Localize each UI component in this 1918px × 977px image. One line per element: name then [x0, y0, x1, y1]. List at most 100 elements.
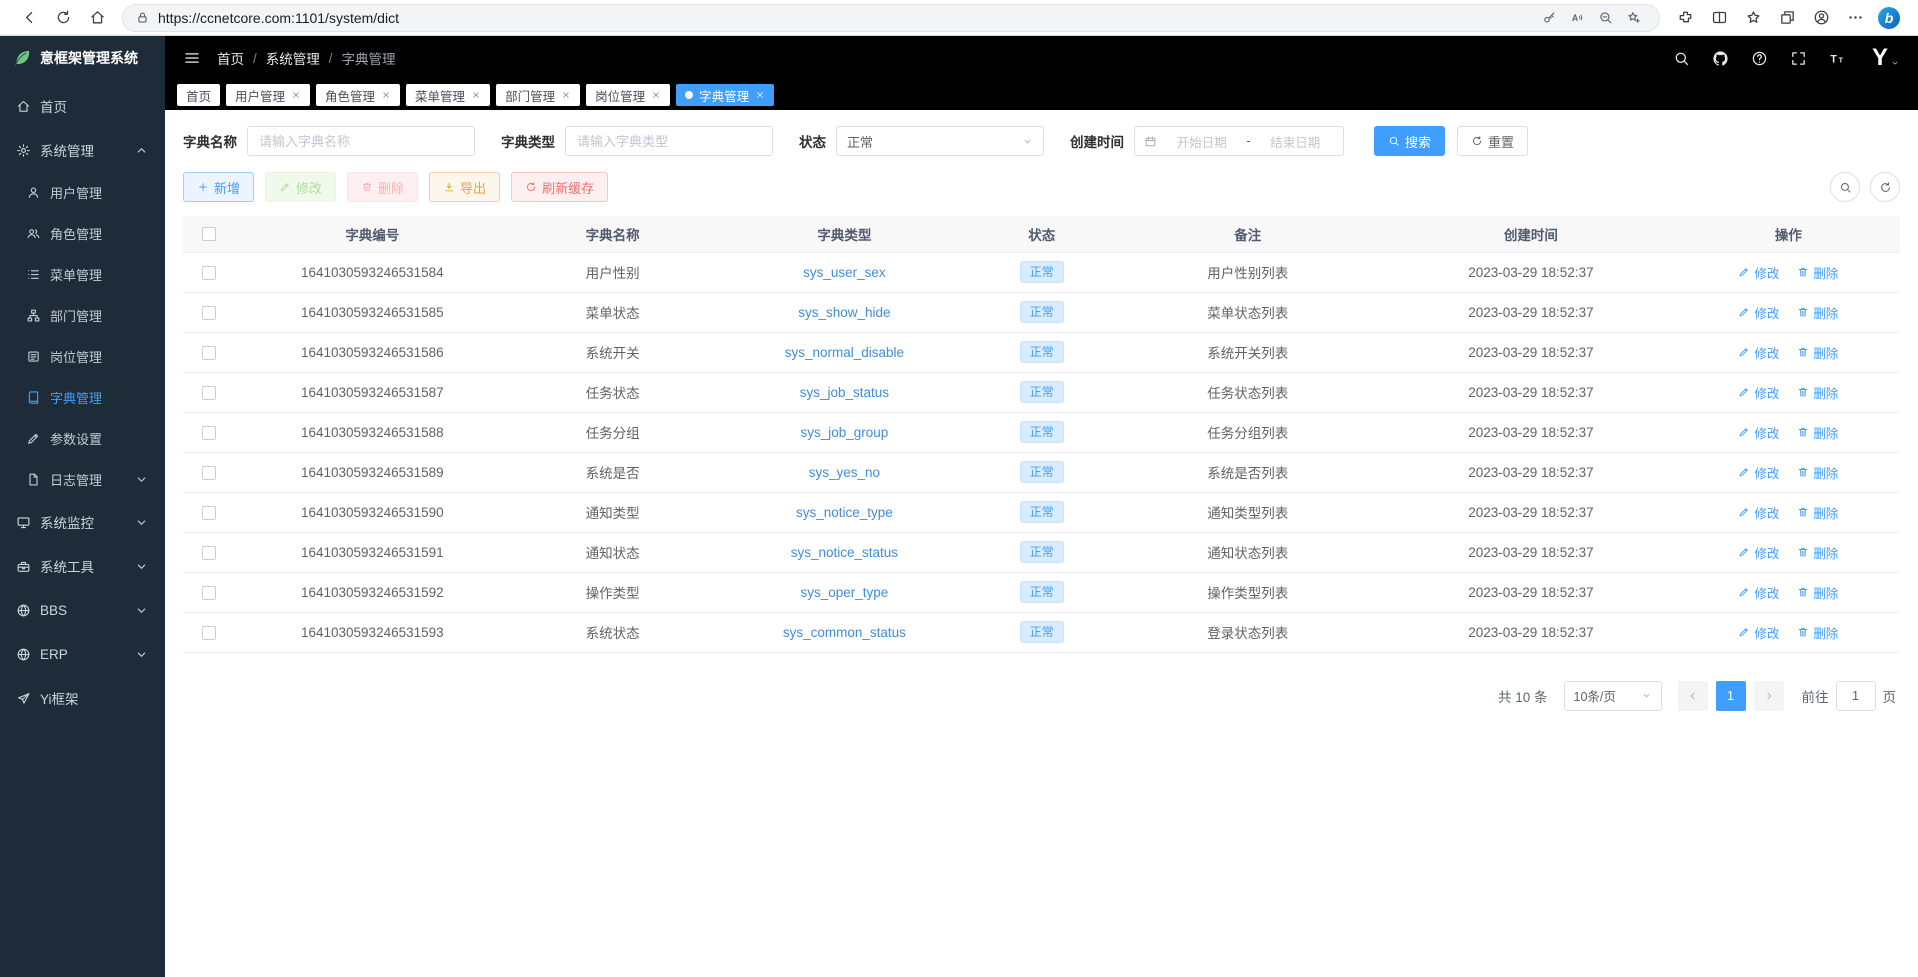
row-edit-link[interactable]: 修改: [1738, 423, 1779, 442]
address-bar[interactable]: https://ccnetcore.com:1101/system/dict A: [122, 4, 1660, 32]
toggle-search-button[interactable]: [1830, 172, 1860, 202]
page-size-select[interactable]: 10条/页: [1564, 681, 1662, 711]
row-delete-link[interactable]: 删除: [1797, 383, 1838, 402]
back-button[interactable]: [12, 3, 46, 33]
tab-dept-mgmt[interactable]: 部门管理: [496, 84, 580, 106]
search-button[interactable]: [1673, 50, 1690, 67]
status-select[interactable]: 正常: [836, 126, 1044, 156]
export-button[interactable]: 导出: [429, 172, 500, 202]
dict-type-link[interactable]: sys_job_status: [800, 385, 889, 400]
dict-type-link[interactable]: sys_yes_no: [809, 465, 880, 480]
row-checkbox[interactable]: [202, 586, 216, 600]
row-checkbox[interactable]: [202, 346, 216, 360]
row-checkbox[interactable]: [202, 546, 216, 560]
close-icon[interactable]: [471, 90, 481, 100]
row-edit-link[interactable]: 修改: [1738, 303, 1779, 322]
row-edit-link[interactable]: 修改: [1738, 343, 1779, 362]
menu-dots-button[interactable]: [1838, 3, 1872, 33]
favorites-button[interactable]: [1736, 3, 1770, 33]
row-delete-link[interactable]: 删除: [1797, 623, 1838, 642]
row-edit-link[interactable]: 修改: [1738, 263, 1779, 282]
question-button[interactable]: [1751, 50, 1768, 67]
sidebar-item-post-mgmt[interactable]: 岗位管理: [0, 336, 165, 377]
zoom-out-button[interactable]: [1591, 6, 1619, 30]
row-delete-link[interactable]: 删除: [1797, 503, 1838, 522]
sidebar-item-dept-mgmt[interactable]: 部门管理: [0, 295, 165, 336]
next-page-button[interactable]: [1754, 681, 1784, 711]
split-screen-button[interactable]: [1702, 3, 1736, 33]
sidebar-item-yi-framework[interactable]: Yi框架: [0, 676, 165, 720]
created-date-range[interactable]: 开始日期 - 结束日期: [1134, 126, 1344, 156]
select-all-checkbox[interactable]: [202, 227, 216, 241]
sidebar-item-home[interactable]: 首页: [0, 84, 165, 128]
row-edit-link[interactable]: 修改: [1738, 383, 1779, 402]
bing-button[interactable]: b: [1872, 3, 1906, 33]
row-delete-link[interactable]: 删除: [1797, 583, 1838, 602]
dict-type-link[interactable]: sys_normal_disable: [785, 345, 904, 360]
breadcrumb-item[interactable]: 首页: [217, 48, 244, 68]
reset-button[interactable]: 重置: [1457, 126, 1528, 156]
tab-role-mgmt[interactable]: 角色管理: [316, 84, 400, 106]
sidebar-item-user-mgmt[interactable]: 用户管理: [0, 172, 165, 213]
dict-type-link[interactable]: sys_notice_type: [796, 505, 893, 520]
delete-button[interactable]: 删除: [347, 172, 418, 202]
dict-type-link[interactable]: sys_common_status: [783, 625, 906, 640]
current-page-button[interactable]: 1: [1716, 681, 1746, 711]
url-text[interactable]: https://ccnetcore.com:1101/system/dict: [158, 10, 1527, 26]
dict-type-link[interactable]: sys_oper_type: [800, 585, 888, 600]
github-button[interactable]: [1712, 50, 1729, 67]
close-icon[interactable]: [381, 90, 391, 100]
prev-page-button[interactable]: [1678, 681, 1708, 711]
row-checkbox[interactable]: [202, 386, 216, 400]
sidebar-item-system-tools[interactable]: 系统工具: [0, 544, 165, 588]
close-icon[interactable]: [651, 90, 661, 100]
dict-name-input[interactable]: [247, 126, 475, 156]
sidebar-item-system-mgmt[interactable]: 系统管理: [0, 128, 165, 172]
sidebar-item-param-settings[interactable]: 参数设置: [0, 418, 165, 459]
tab-post-mgmt[interactable]: 岗位管理: [586, 84, 670, 106]
row-checkbox[interactable]: [202, 506, 216, 520]
row-checkbox[interactable]: [202, 426, 216, 440]
font-size-button[interactable]: TT: [1829, 50, 1846, 67]
row-checkbox[interactable]: [202, 626, 216, 640]
dict-type-link[interactable]: sys_user_sex: [803, 265, 886, 280]
dict-type-link[interactable]: sys_job_group: [800, 425, 888, 440]
refresh-cache-button[interactable]: 刷新缓存: [511, 172, 608, 202]
goto-page-input[interactable]: [1836, 681, 1876, 711]
row-edit-link[interactable]: 修改: [1738, 463, 1779, 482]
tab-dict-mgmt[interactable]: 字典管理: [676, 84, 774, 106]
dict-type-link[interactable]: sys_show_hide: [798, 305, 890, 320]
key-button[interactable]: [1535, 6, 1563, 30]
row-delete-link[interactable]: 删除: [1797, 463, 1838, 482]
tab-menu-mgmt[interactable]: 菜单管理: [406, 84, 490, 106]
user-logo[interactable]: Y: [1872, 46, 1900, 70]
close-icon[interactable]: [561, 90, 571, 100]
close-icon[interactable]: [291, 90, 301, 100]
tab-user-mgmt[interactable]: 用户管理: [226, 84, 310, 106]
extensions-button[interactable]: [1668, 3, 1702, 33]
home-button[interactable]: [80, 3, 114, 33]
search-button[interactable]: 搜索: [1374, 126, 1445, 156]
dict-type-input[interactable]: [565, 126, 773, 156]
sidebar-toggle-icon[interactable]: [183, 49, 201, 67]
row-edit-link[interactable]: 修改: [1738, 623, 1779, 642]
close-icon[interactable]: [755, 90, 765, 100]
breadcrumb-item[interactable]: 系统管理: [266, 48, 320, 68]
sidebar-item-log-mgmt[interactable]: 日志管理: [0, 459, 165, 500]
row-edit-link[interactable]: 修改: [1738, 583, 1779, 602]
sidebar-item-bbs[interactable]: BBS: [0, 588, 165, 632]
row-delete-link[interactable]: 删除: [1797, 263, 1838, 282]
row-checkbox[interactable]: [202, 266, 216, 280]
refresh-table-button[interactable]: [1870, 172, 1900, 202]
row-edit-link[interactable]: 修改: [1738, 543, 1779, 562]
edit-button[interactable]: 修改: [265, 172, 336, 202]
reload-button[interactable]: [46, 3, 80, 33]
row-checkbox[interactable]: [202, 466, 216, 480]
sidebar-item-role-mgmt[interactable]: 角色管理: [0, 213, 165, 254]
collections-button[interactable]: [1770, 3, 1804, 33]
sidebar-item-erp[interactable]: ERP: [0, 632, 165, 676]
sidebar-item-menu-mgmt[interactable]: 菜单管理: [0, 254, 165, 295]
sidebar-item-dict-mgmt[interactable]: 字典管理: [0, 377, 165, 418]
row-delete-link[interactable]: 删除: [1797, 303, 1838, 322]
fullscreen-button[interactable]: [1790, 50, 1807, 67]
